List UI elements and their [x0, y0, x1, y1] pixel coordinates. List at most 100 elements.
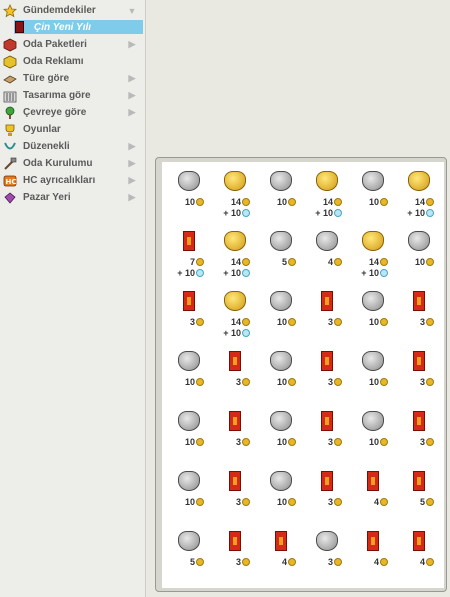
credit-price: 10: [277, 437, 296, 447]
category-oyunlar[interactable]: Oyunlar: [0, 121, 145, 138]
catalog-item[interactable]: 3: [210, 464, 256, 524]
chevron-right-icon: ▶: [128, 107, 136, 117]
catalog-item[interactable]: 4: [394, 524, 440, 584]
diamond-icon: [196, 269, 204, 277]
catalog-item[interactable]: 3: [302, 464, 348, 524]
catalog-item[interactable]: 10: [256, 284, 302, 344]
catalog-item[interactable]: 3: [210, 344, 256, 404]
item-thumbnail: [268, 228, 294, 254]
catalog-item[interactable]: 4: [302, 224, 348, 284]
catalog-item[interactable]: 5: [164, 524, 210, 584]
catalog-item[interactable]: 10: [164, 164, 210, 224]
catalog-item[interactable]: 10: [256, 164, 302, 224]
diamond-icon: [242, 269, 250, 277]
catalog-item[interactable]: 4: [348, 524, 394, 584]
credit-coin-icon: [380, 378, 388, 386]
category-oda-paketleri[interactable]: Oda Paketleri ▶: [0, 36, 145, 53]
diamond-price: + 10: [407, 208, 434, 218]
credit-price: 10: [277, 377, 296, 387]
credit-coin-icon: [242, 258, 250, 266]
price-value: 3: [235, 437, 241, 447]
price-value: 3: [419, 377, 425, 387]
catalog-item[interactable]: 10: [348, 404, 394, 464]
catalog-sidebar: Gündemdekiler ▼ Çin Yeni Yılı Oda Paketl…: [0, 0, 146, 597]
category-ture-gore[interactable]: Türe göre ▶: [0, 70, 145, 87]
credit-price: 5: [282, 257, 296, 267]
catalog-item[interactable]: 14 + 10: [302, 164, 348, 224]
price-value: 10: [368, 377, 379, 387]
catalog-item[interactable]: 14 + 10: [210, 284, 256, 344]
catalog-item[interactable]: 10: [256, 464, 302, 524]
catalog-item[interactable]: 7 + 10: [164, 224, 210, 284]
catalog-item[interactable]: 10: [164, 404, 210, 464]
catalog-item[interactable]: 10: [348, 344, 394, 404]
item-thumbnail: [176, 288, 202, 314]
catalog-item[interactable]: 3: [302, 404, 348, 464]
catalog-item[interactable]: 3: [394, 404, 440, 464]
catalog-item[interactable]: 10: [348, 164, 394, 224]
catalog-item[interactable]: 3: [394, 284, 440, 344]
subcategory-cin-yeni-yili[interactable]: Çin Yeni Yılı: [14, 20, 143, 34]
catalog-item[interactable]: 10: [164, 464, 210, 524]
catalog-item[interactable]: 3: [302, 344, 348, 404]
catalog-item[interactable]: 4: [256, 524, 302, 584]
catalog-item[interactable]: 5: [394, 464, 440, 524]
price-value: 5: [189, 557, 195, 567]
credit-coin-icon: [196, 258, 204, 266]
catalog-item[interactable]: 3: [302, 524, 348, 584]
diamond-value: + 10: [223, 268, 241, 278]
category-duzenekli[interactable]: Düzenekli ▶: [0, 138, 145, 155]
credit-price: 3: [190, 317, 204, 327]
credit-price: 5: [190, 557, 204, 567]
chevron-right-icon: ▶: [128, 158, 136, 168]
catalog-item[interactable]: 10: [394, 224, 440, 284]
catalog-item[interactable]: 10: [164, 344, 210, 404]
category-oda-reklami[interactable]: Oda Reklamı: [0, 53, 145, 70]
price-value: 14: [368, 257, 379, 267]
category-oda-kurulumu[interactable]: Oda Kurulumu ▶: [0, 155, 145, 172]
category-hc-ayricaliklari[interactable]: HC HC ayrıcalıkları ▶: [0, 172, 145, 189]
item-grid: 10 14 + 10 10 14 + 10 10 14 + 10 7 + 10 14 + 10 5 4 14 +…: [162, 162, 444, 588]
category-pazar-yeri[interactable]: Pazar Yeri ▶: [0, 189, 145, 206]
price-value: 4: [419, 557, 425, 567]
price-value: 14: [230, 317, 241, 327]
price-value: 4: [327, 257, 333, 267]
credit-price: 10: [369, 197, 388, 207]
catalog-item[interactable]: 4: [348, 464, 394, 524]
price-value: 3: [189, 317, 195, 327]
credit-coin-icon: [334, 498, 342, 506]
price-value: 3: [235, 377, 241, 387]
category-gundemdekiler[interactable]: Gündemdekiler ▼: [0, 2, 145, 19]
catalog-item[interactable]: 3: [210, 404, 256, 464]
chevron-right-icon: ▶: [128, 175, 136, 185]
catalog-item[interactable]: 14 + 10: [348, 224, 394, 284]
credit-coin-icon: [426, 318, 434, 326]
item-thumbnail: [222, 408, 248, 434]
catalog-item[interactable]: 10: [256, 344, 302, 404]
diamond-value: + 10: [315, 208, 333, 218]
price-value: 10: [276, 197, 287, 207]
catalog-item[interactable]: 10: [348, 284, 394, 344]
price-value: 10: [368, 437, 379, 447]
catalog-item[interactable]: 3: [394, 344, 440, 404]
catalog-item[interactable]: 5: [256, 224, 302, 284]
catalog-item[interactable]: 3: [164, 284, 210, 344]
credit-price: 10: [185, 197, 204, 207]
catalog-item[interactable]: 14 + 10: [394, 164, 440, 224]
price-value: 3: [327, 557, 333, 567]
catalog-item[interactable]: 3: [210, 524, 256, 584]
catalog-item[interactable]: 10: [256, 404, 302, 464]
environment-icon: [2, 106, 18, 120]
item-thumbnail: [222, 228, 248, 254]
item-thumbnail: [268, 348, 294, 374]
hc-icon: HC: [2, 174, 18, 188]
item-thumbnail: [406, 168, 432, 194]
catalog-items-panel: 10 14 + 10 10 14 + 10 10 14 + 10 7 + 10 14 + 10 5 4 14 +…: [155, 157, 447, 592]
catalog-item[interactable]: 3: [302, 284, 348, 344]
catalog-item[interactable]: 14 + 10: [210, 224, 256, 284]
catalog-item[interactable]: 14 + 10: [210, 164, 256, 224]
item-thumbnail: [268, 468, 294, 494]
category-cevreye-gore[interactable]: Çevreye göre ▶: [0, 104, 145, 121]
category-tasarima-gore[interactable]: Tasarıma göre ▶: [0, 87, 145, 104]
item-thumbnail: [222, 288, 248, 314]
